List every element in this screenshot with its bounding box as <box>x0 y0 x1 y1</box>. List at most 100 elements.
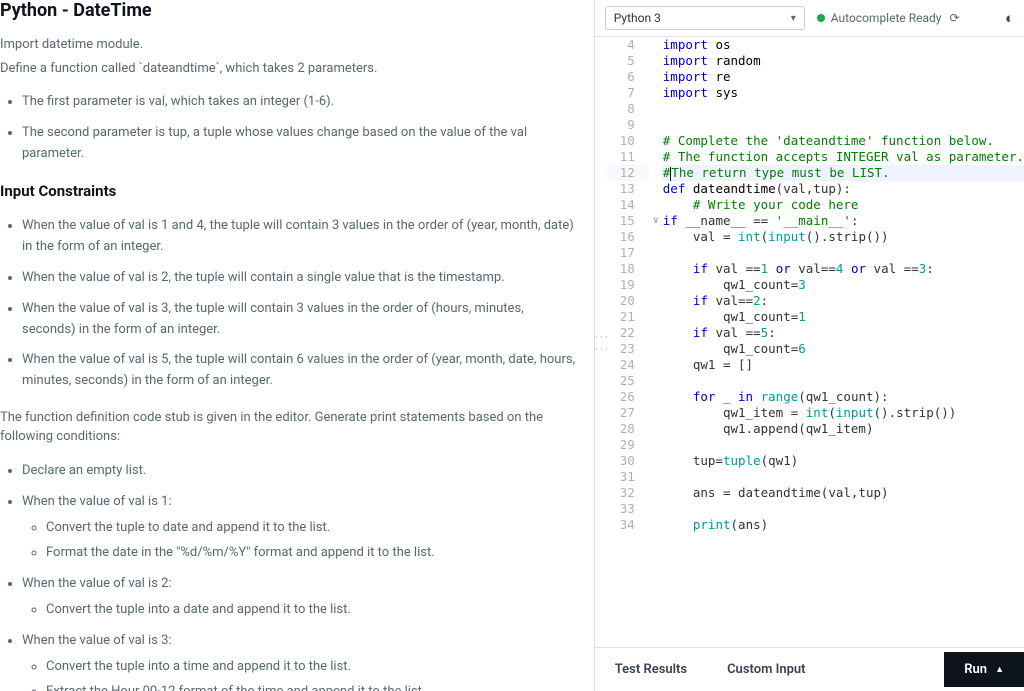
code-line[interactable]: 8 <box>607 101 1024 117</box>
fold-icon <box>649 341 663 357</box>
code-line[interactable]: 30 tup=tuple(qw1) <box>607 453 1024 469</box>
code-content[interactable]: tup=tuple(qw1) <box>663 453 1024 469</box>
code-line[interactable]: 34 print(ans) <box>607 517 1024 533</box>
intro-line: Import datetime module. <box>0 35 576 55</box>
fold-icon <box>649 69 663 85</box>
code-content[interactable]: qw1 = [] <box>663 357 1024 373</box>
code-line[interactable]: 33 <box>607 501 1024 517</box>
code-line[interactable]: 12#The return type must be LIST. <box>607 165 1024 181</box>
code-content[interactable]: import os <box>663 37 1024 53</box>
code-line[interactable]: 16 val = int(input().strip()) <box>607 229 1024 245</box>
code-content[interactable]: if val ==1 or val==4 or val ==3: <box>663 261 1024 277</box>
code-content[interactable] <box>663 373 1024 389</box>
code-content[interactable] <box>663 101 1024 117</box>
fold-icon <box>649 197 663 213</box>
code-content[interactable]: qw1_count=6 <box>663 341 1024 357</box>
code-line[interactable]: 13 def dateandtime(val,tup): <box>607 181 1024 197</box>
code-line[interactable]: 27 qw1_item = int(input().strip()) <box>607 405 1024 421</box>
code-content[interactable]: # The function accepts INTEGER val as pa… <box>663 149 1024 165</box>
tab-custom-input[interactable]: Custom Input <box>707 650 825 689</box>
code-content[interactable]: qw1.append(qw1_item) <box>663 421 1024 437</box>
code-content[interactable]: for _ in range(qw1_count): <box>663 389 1024 405</box>
code-line[interactable]: 18 if val ==1 or val==4 or val ==3: <box>607 261 1024 277</box>
code-line[interactable]: 9 <box>607 117 1024 133</box>
code-line[interactable]: 10# Complete the 'dateandtime' function … <box>607 133 1024 149</box>
condition-head: When the value of val is 2: <box>22 576 172 591</box>
fold-icon[interactable]: ∨ <box>649 213 663 229</box>
code-line[interactable]: 29 <box>607 437 1024 453</box>
fold-icon <box>649 469 663 485</box>
code-line[interactable]: 5 import random <box>607 53 1024 69</box>
code-line[interactable]: 19 qw1_count=3 <box>607 277 1024 293</box>
code-content[interactable]: qw1_item = int(input().strip()) <box>663 405 1024 421</box>
code-content[interactable]: def dateandtime(val,tup): <box>663 181 1024 197</box>
code-line[interactable]: 15∨if __name__ == '__main__': <box>607 213 1024 229</box>
line-number: 15 <box>607 213 649 229</box>
editor-header: Python 3 ▾ Autocomplete Ready ⟳ ◐ <box>595 0 1024 37</box>
line-number: 21 <box>607 309 649 325</box>
line-number: 11 <box>607 149 649 165</box>
code-line[interactable]: 21 qw1_count=1 <box>607 309 1024 325</box>
code-content[interactable]: # Write your code here <box>663 197 1024 213</box>
code-content[interactable] <box>663 501 1024 517</box>
code-line[interactable]: 31 <box>607 469 1024 485</box>
code-line[interactable]: 26 for _ in range(qw1_count): <box>607 389 1024 405</box>
run-label: Run <box>964 662 987 677</box>
code-line[interactable]: 24 qw1 = [] <box>607 357 1024 373</box>
code-content[interactable]: import random <box>663 53 1024 69</box>
code-editor[interactable]: 4import os5 import random6import re7impor… <box>607 37 1024 647</box>
line-number: 19 <box>607 277 649 293</box>
language-select[interactable]: Python 3 ▾ <box>605 6 805 30</box>
code-content[interactable] <box>663 117 1024 133</box>
run-button[interactable]: Run ▲ <box>944 652 1024 687</box>
fold-icon <box>649 53 663 69</box>
code-line[interactable]: 32 ans = dateandtime(val,tup) <box>607 485 1024 501</box>
resize-handle[interactable]: ⋮⋮ <box>595 37 607 647</box>
fold-icon <box>649 181 663 197</box>
fold-icon <box>649 517 663 533</box>
code-line[interactable]: 4import os <box>607 37 1024 53</box>
fold-icon <box>649 437 663 453</box>
code-content[interactable]: if val ==5: <box>663 325 1024 341</box>
code-line[interactable]: 25 <box>607 373 1024 389</box>
code-line[interactable]: 17 <box>607 245 1024 261</box>
code-line[interactable]: 22 if val ==5: <box>607 325 1024 341</box>
code-content[interactable]: qw1_count=3 <box>663 277 1024 293</box>
code-content[interactable] <box>663 245 1024 261</box>
code-content[interactable] <box>663 437 1024 453</box>
fold-icon <box>649 501 663 517</box>
line-number: 5 <box>607 53 649 69</box>
code-content[interactable]: #The return type must be LIST. <box>663 165 1024 181</box>
param-item: The first parameter is val, which takes … <box>22 92 576 113</box>
status-dot-icon <box>817 14 825 22</box>
code-line[interactable]: 23 qw1_count=6 <box>607 341 1024 357</box>
code-content[interactable]: ans = dateandtime(val,tup) <box>663 485 1024 501</box>
code-content[interactable]: import sys <box>663 85 1024 101</box>
code-line[interactable]: 14 # Write your code here <box>607 197 1024 213</box>
fold-icon <box>649 133 663 149</box>
line-number: 29 <box>607 437 649 453</box>
code-content[interactable]: val = int(input().strip()) <box>663 229 1024 245</box>
theme-toggle-icon[interactable]: ◐ <box>1005 9 1014 27</box>
reload-icon[interactable]: ⟳ <box>949 11 959 25</box>
code-line[interactable]: 7import sys <box>607 85 1024 101</box>
fold-icon <box>649 277 663 293</box>
condition-head: When the value of val is 3: <box>22 633 172 648</box>
code-content[interactable]: # Complete the 'dateandtime' function be… <box>663 133 1024 149</box>
code-content[interactable]: import re <box>663 69 1024 85</box>
code-line[interactable]: 20 if val==2: <box>607 293 1024 309</box>
code-content[interactable] <box>663 469 1024 485</box>
code-line[interactable]: 11 # The function accepts INTEGER val as … <box>607 149 1024 165</box>
line-number: 13 <box>607 181 649 197</box>
tab-test-results[interactable]: Test Results <box>595 650 707 689</box>
code-content[interactable]: if __name__ == '__main__': <box>663 213 1024 229</box>
condition-sub: Format the date in the "%d/%m/%Y" format… <box>46 543 576 564</box>
bottom-bar: Test Results Custom Input Run ▲ <box>595 647 1024 691</box>
code-line[interactable]: 28 qw1.append(qw1_item) <box>607 421 1024 437</box>
code-content[interactable]: if val==2: <box>663 293 1024 309</box>
code-content[interactable]: print(ans) <box>663 517 1024 533</box>
conditions-list: Declare an empty list. When the value of… <box>0 461 576 691</box>
code-line[interactable]: 6import re <box>607 69 1024 85</box>
code-content[interactable]: qw1_count=1 <box>663 309 1024 325</box>
fold-icon <box>649 325 663 341</box>
